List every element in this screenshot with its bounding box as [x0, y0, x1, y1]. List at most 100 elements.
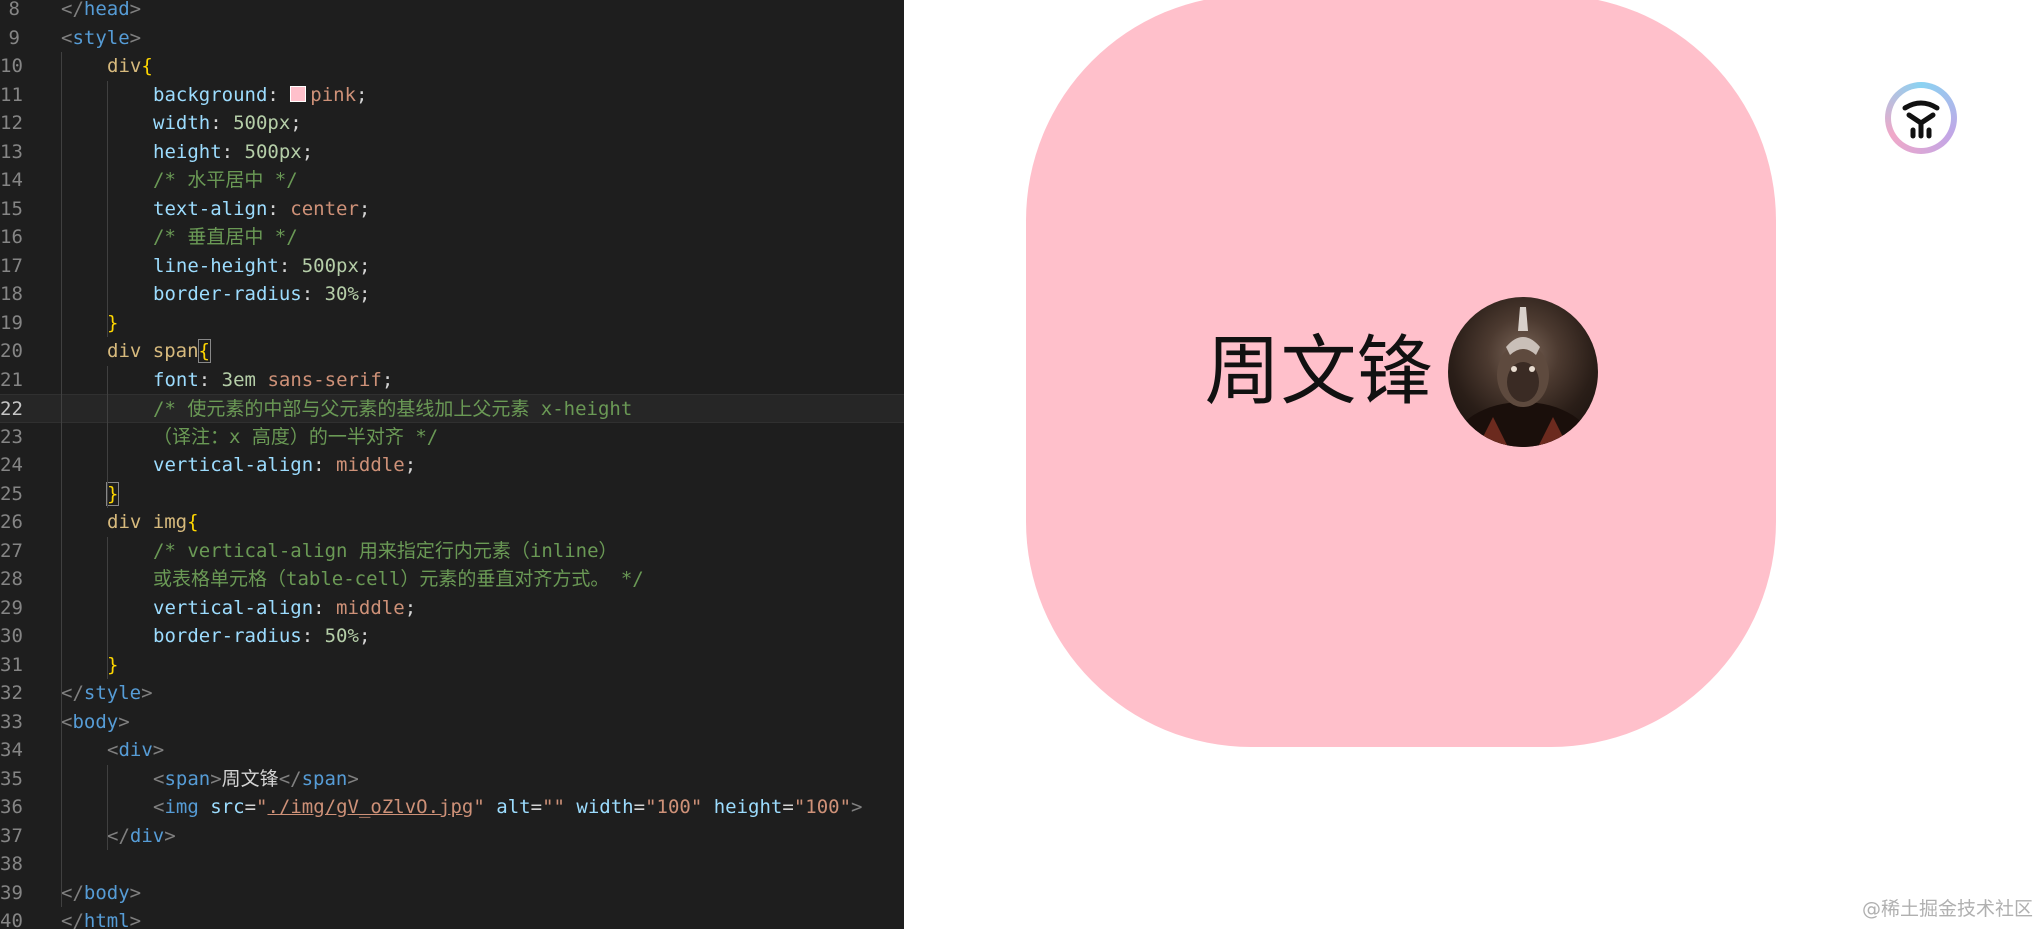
code-line[interactable]: 11 background: pink;: [0, 81, 904, 110]
line-number: 24: [0, 454, 23, 476]
code-token: {: [141, 55, 153, 77]
code-line[interactable]: 33 <body>: [0, 708, 904, 737]
code-token: /* 水平居中 */: [153, 169, 298, 191]
code-line[interactable]: 21 font: 3em sans-serif;: [0, 366, 904, 395]
code-text: width: 500px;: [153, 109, 302, 138]
code-token: body: [72, 710, 119, 733]
code-line[interactable]: 26 div img{: [0, 508, 904, 537]
code-line[interactable]: 29 vertical-align: middle;: [0, 594, 904, 623]
line-number: 13: [0, 140, 23, 163]
code-area[interactable]: 8 </head> 9 <style> 10 div{11 background: pink…: [0, 0, 904, 929]
code-line[interactable]: 8 </head>: [0, 0, 904, 24]
code-token: center: [290, 197, 359, 220]
code-token: >: [347, 767, 359, 790]
code-line[interactable]: 25}: [0, 480, 904, 509]
code-line[interactable]: 20 div span{: [0, 337, 904, 366]
code-line[interactable]: 32 </style>: [0, 679, 904, 708]
code-line[interactable]: 14 /* 水平居中 */: [0, 166, 904, 195]
code-token: </: [61, 682, 84, 704]
code-token: ./img/gV_oZlvO.jpg: [267, 796, 474, 818]
code-token: middle: [336, 454, 405, 476]
code-token: =: [244, 796, 257, 818]
code-line[interactable]: 24 vertical-align: middle;: [0, 451, 904, 480]
code-line[interactable]: 22 /* 使元素的中部与父元素的基线加上父元素 x-height: [0, 394, 904, 423]
code-token: "100": [793, 796, 852, 818]
code-token: </: [61, 881, 84, 904]
code-token: 500px: [244, 140, 302, 163]
code-line[interactable]: 23 （译注：x 高度）的一半对齐 */: [0, 423, 904, 452]
line-number: 34: [0, 739, 23, 761]
line-number: 25: [0, 482, 23, 505]
code-token: vertical-align: [153, 454, 314, 476]
code-token: /* 使元素的中部与父元素的基线加上父元素 x-height: [153, 398, 633, 420]
code-line[interactable]: 16 /* 垂直居中 */: [0, 223, 904, 252]
code-line[interactable]: 28 或表格单元格（table-cell）元素的垂直对齐方式。 */: [0, 565, 904, 594]
code-token: line-height: [153, 254, 279, 277]
line-number: 29: [0, 596, 23, 619]
line-number: 11: [0, 83, 23, 106]
code-line[interactable]: 17 line-height: 500px;: [0, 252, 904, 281]
code-line[interactable]: 39 </body>: [0, 879, 904, 908]
code-line[interactable]: 31}: [0, 651, 904, 680]
code-text: </body>: [61, 879, 141, 908]
code-token: html: [83, 910, 130, 929]
code-token: div span: [107, 340, 199, 362]
code-text: </html>: [61, 907, 141, 929]
code-text: div{: [107, 52, 153, 81]
code-token: >: [141, 682, 153, 704]
code-editor[interactable]: 8 </head> 9 <style> 10 div{11 background: pink…: [0, 0, 904, 929]
code-token: </: [107, 824, 130, 847]
code-token: :: [267, 197, 291, 220]
code-token: >: [118, 710, 130, 733]
code-token: height: [713, 796, 783, 818]
code-token: >: [164, 824, 176, 847]
code-line[interactable]: 34 <div>: [0, 736, 904, 765]
code-text: border-radius: 30%;: [153, 280, 370, 309]
code-line[interactable]: 30 border-radius: 50%;: [0, 622, 904, 651]
line-number: 18: [0, 283, 23, 305]
code-line[interactable]: 27 /* vertical-align 用来指定行内元素（inline）: [0, 537, 904, 566]
code-token: </: [278, 767, 302, 790]
code-token: :: [210, 112, 234, 134]
code-text: vertical-align: middle;: [153, 451, 416, 480]
code-text: vertical-align: middle;: [153, 594, 416, 623]
code-token: =: [530, 796, 543, 818]
code-line[interactable]: 12 width: 500px;: [0, 109, 904, 138]
code-token: height: [153, 140, 222, 163]
indent-guide: [107, 764, 108, 850]
code-line[interactable]: 40 </html>: [0, 907, 904, 929]
code-token: {: [187, 511, 199, 533]
code-text: height: 500px;: [153, 138, 313, 167]
code-token: <: [107, 739, 119, 761]
line-number: 15: [0, 197, 23, 220]
code-line[interactable]: 37 </div>: [0, 822, 904, 851]
code-text: <body>: [61, 708, 130, 737]
code-line[interactable]: 9 <style>: [0, 24, 904, 53]
code-line[interactable]: 36 <img src="./img/gV_oZlvO.jpg" alt="" w…: [0, 793, 904, 822]
code-line[interactable]: 13 height: 500px;: [0, 138, 904, 167]
code-line[interactable]: 15 text-align: center;: [0, 195, 904, 224]
line-number: 37: [0, 824, 23, 847]
code-token: ;: [358, 283, 371, 305]
code-line[interactable]: 19}: [0, 309, 904, 338]
code-token: div: [118, 739, 153, 761]
code-text: background: pink;: [153, 81, 368, 110]
line-number: 16: [0, 226, 23, 248]
code-token: :: [301, 283, 325, 305]
code-token: :: [278, 254, 302, 277]
logo-icon[interactable]: [1885, 82, 1957, 154]
avatar-illustration: [1452, 306, 1593, 447]
code-line[interactable]: 10 div{: [0, 52, 904, 81]
code-token: 或表格单元格（table-cell）元素的垂直对齐方式。 */: [153, 568, 644, 590]
code-token: border-radius: [153, 625, 302, 647]
name-span: 周文锋: [1204, 326, 1433, 416]
code-token: <: [153, 796, 165, 818]
line-number: 31: [0, 653, 23, 676]
code-line[interactable]: 18 border-radius: 30%;: [0, 280, 904, 309]
code-token: font: [153, 368, 199, 391]
code-line[interactable]: 38: [0, 850, 904, 879]
code-token: ;: [404, 454, 417, 476]
code-line[interactable]: 35 <span>周文锋</span>: [0, 765, 904, 794]
code-token: :: [313, 454, 337, 476]
